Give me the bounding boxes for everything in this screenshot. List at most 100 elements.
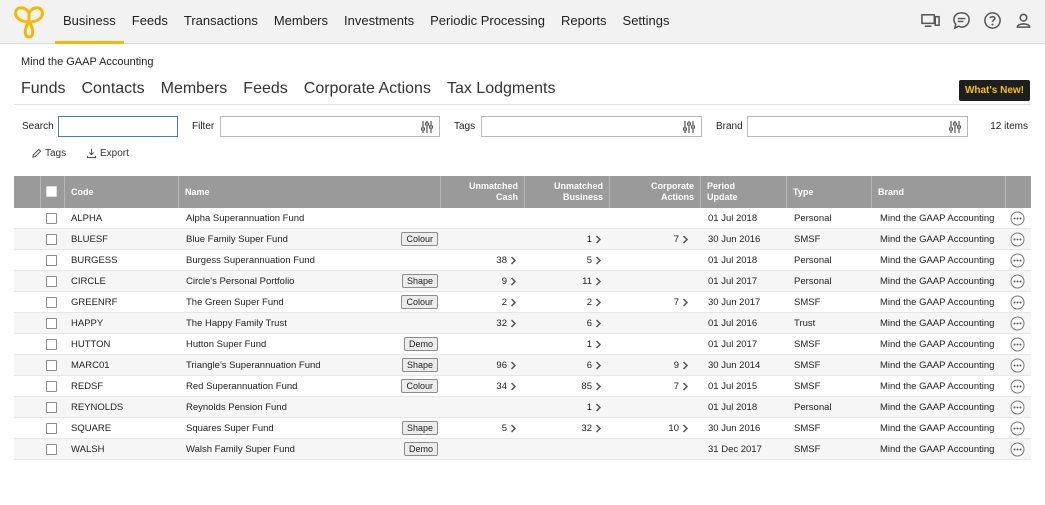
tags-button[interactable]: Tags — [31, 148, 66, 159]
subnav-item-tax-lodgments[interactable]: Tax Lodgments — [447, 80, 556, 98]
chevron-right-icon[interactable] — [510, 319, 517, 328]
row-checkbox[interactable] — [46, 213, 57, 224]
header-type[interactable]: Type — [787, 176, 872, 208]
subnav-item-corporate-actions[interactable]: Corporate Actions — [304, 80, 431, 98]
row-checkbox[interactable] — [46, 381, 57, 392]
tags-input[interactable] — [481, 116, 702, 137]
more-options-icon[interactable] — [1010, 316, 1025, 331]
nav-item-business[interactable]: Business — [55, 0, 124, 44]
row-name[interactable]: Circle's Personal Portfolio — [186, 271, 294, 292]
row-code[interactable]: ALPHA — [71, 208, 102, 229]
table-row[interactable]: MARC01 Triangle's Superannuation Fund Shap… — [14, 355, 1031, 376]
row-name[interactable]: Hutton Super Fund — [186, 334, 266, 355]
table-row[interactable]: BURGESS Burgess Superannuation Fund 38 5 01 … — [14, 250, 1031, 271]
search-input[interactable] — [58, 116, 178, 137]
brand-input[interactable] — [747, 116, 968, 137]
row-checkbox[interactable] — [46, 234, 57, 245]
row-name[interactable]: The Green Super Fund — [186, 292, 284, 313]
row-checkbox[interactable] — [46, 255, 57, 266]
row-tag-badge[interactable]: Demo — [403, 442, 438, 456]
row-code[interactable]: GREENRF — [71, 292, 117, 313]
table-row[interactable]: REYNOLDS Reynolds Pension Fund 1 01 Jul 201… — [14, 397, 1031, 418]
chevron-right-icon[interactable] — [595, 361, 602, 370]
row-code[interactable]: CIRCLE — [71, 271, 106, 292]
row-code[interactable]: MARC01 — [71, 355, 110, 376]
row-checkbox[interactable] — [46, 339, 57, 350]
more-options-icon[interactable] — [1010, 295, 1025, 310]
more-options-icon[interactable] — [1010, 421, 1025, 436]
row-checkbox[interactable] — [46, 444, 57, 455]
subnav-item-members[interactable]: Members — [161, 80, 228, 98]
row-tag-badge[interactable]: Colour — [401, 232, 438, 246]
row-code[interactable]: SQUARE — [71, 418, 111, 439]
filter-settings-icon[interactable] — [420, 120, 434, 134]
header-name[interactable]: Name — [179, 176, 441, 208]
row-name[interactable]: Walsh Family Super Fund — [186, 439, 295, 460]
chevron-right-icon[interactable] — [595, 340, 602, 349]
nav-item-settings[interactable]: Settings — [615, 0, 678, 44]
header-code[interactable]: Code — [65, 176, 179, 208]
row-code[interactable]: BLUESF — [71, 229, 108, 250]
chevron-right-icon[interactable] — [682, 361, 689, 370]
row-tag-badge[interactable]: Demo — [403, 337, 438, 351]
chevron-right-icon[interactable] — [682, 298, 689, 307]
table-row[interactable]: REDSF Red Superannuation Fund Colour 34 85 7 0… — [14, 376, 1031, 397]
more-options-icon[interactable] — [1010, 400, 1025, 415]
chevron-right-icon[interactable] — [510, 277, 517, 286]
chevron-right-icon[interactable] — [510, 256, 517, 265]
row-code[interactable]: REYNOLDS — [71, 397, 123, 418]
row-tag-badge[interactable]: Shape — [401, 274, 438, 288]
header-corporate-actions[interactable]: Corporate Actions — [610, 176, 701, 208]
chevron-right-icon[interactable] — [595, 403, 602, 412]
help-icon[interactable] — [983, 11, 1002, 30]
subnav-item-funds[interactable]: Funds — [21, 80, 65, 98]
user-icon[interactable] — [1014, 11, 1033, 30]
header-unmatched-business[interactable]: Unmatched Business — [525, 176, 610, 208]
whats-new-button[interactable]: What's New! — [958, 80, 1030, 101]
row-checkbox[interactable] — [46, 423, 57, 434]
more-options-icon[interactable] — [1010, 253, 1025, 268]
nav-item-transactions[interactable]: Transactions — [176, 0, 266, 44]
chevron-right-icon[interactable] — [510, 382, 517, 391]
chevron-right-icon[interactable] — [510, 298, 517, 307]
select-all-checkbox[interactable] — [46, 186, 57, 197]
table-row[interactable]: WALSH Walsh Family Super Fund Demo 31 Dec 2… — [14, 439, 1031, 460]
chevron-right-icon[interactable] — [595, 235, 602, 244]
chat-icon[interactable] — [952, 11, 971, 30]
more-options-icon[interactable] — [1010, 232, 1025, 247]
table-row[interactable]: GREENRF The Green Super Fund Colour 2 2 7 30 J… — [14, 292, 1031, 313]
more-options-icon[interactable] — [1010, 274, 1025, 289]
row-name[interactable]: The Happy Family Trust — [186, 313, 287, 334]
chevron-right-icon[interactable] — [510, 424, 517, 433]
header-brand[interactable]: Brand — [872, 176, 1006, 208]
filter-input[interactable] — [220, 116, 440, 137]
more-options-icon[interactable] — [1010, 379, 1025, 394]
row-checkbox[interactable] — [46, 276, 57, 287]
row-name[interactable]: Blue Family Super Fund — [186, 229, 288, 250]
chevron-right-icon[interactable] — [595, 256, 602, 265]
chevron-right-icon[interactable] — [595, 277, 602, 286]
row-code[interactable]: WALSH — [71, 439, 104, 460]
row-code[interactable]: HAPPY — [71, 313, 103, 334]
row-checkbox[interactable] — [46, 360, 57, 371]
nav-item-feeds[interactable]: Feeds — [124, 0, 176, 44]
subnav-item-feeds[interactable]: Feeds — [243, 80, 287, 98]
row-code[interactable]: HUTTON — [71, 334, 110, 355]
more-options-icon[interactable] — [1010, 358, 1025, 373]
table-row[interactable]: SQUARE Squares Super Fund Shape 5 32 10 30 Jun… — [14, 418, 1031, 439]
row-tag-badge[interactable]: Colour — [401, 295, 438, 309]
nav-item-reports[interactable]: Reports — [553, 0, 615, 44]
chevron-right-icon[interactable] — [682, 424, 689, 433]
tags-settings-icon[interactable] — [682, 120, 696, 134]
more-options-icon[interactable] — [1010, 211, 1025, 226]
row-name[interactable]: Red Superannuation Fund — [186, 376, 297, 397]
brand-settings-icon[interactable] — [948, 120, 962, 134]
chevron-right-icon[interactable] — [595, 319, 602, 328]
table-row[interactable]: CIRCLE Circle's Personal Portfolio Shape 9 1… — [14, 271, 1031, 292]
table-row[interactable]: HUTTON Hutton Super Fund Demo 1 01 Jul 2017 S… — [14, 334, 1031, 355]
row-checkbox[interactable] — [46, 402, 57, 413]
subnav-item-contacts[interactable]: Contacts — [81, 80, 144, 98]
chevron-right-icon[interactable] — [682, 382, 689, 391]
row-tag-badge[interactable]: Shape — [401, 358, 438, 372]
more-options-icon[interactable] — [1010, 337, 1025, 352]
